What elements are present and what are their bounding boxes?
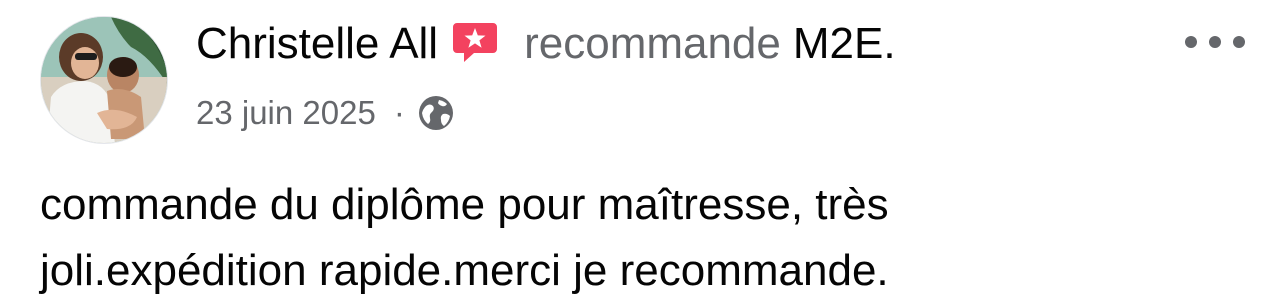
post-header: Christelle All recommande M2E. [196, 14, 896, 74]
recommend-badge-icon [452, 19, 498, 65]
avatar-photo [41, 17, 167, 143]
recommend-verb: recommande [524, 19, 781, 68]
post-body-text: commande du diplôme pour maîtresse, très… [40, 180, 889, 295]
author-name[interactable]: Christelle All [196, 14, 438, 74]
post-meta: 23 juin 2025 · [196, 90, 455, 136]
globe-icon[interactable] [417, 94, 455, 132]
more-options-button[interactable] [1180, 22, 1250, 62]
meta-separator: · [393, 94, 405, 131]
more-options-icon [1185, 36, 1245, 48]
page-name-link[interactable]: M2E. [793, 14, 896, 74]
post-date[interactable]: 23 juin 2025 [196, 94, 376, 132]
avatar[interactable] [40, 16, 168, 144]
post-card: Christelle All recommande M2E. 23 juin 2… [0, 0, 1280, 299]
